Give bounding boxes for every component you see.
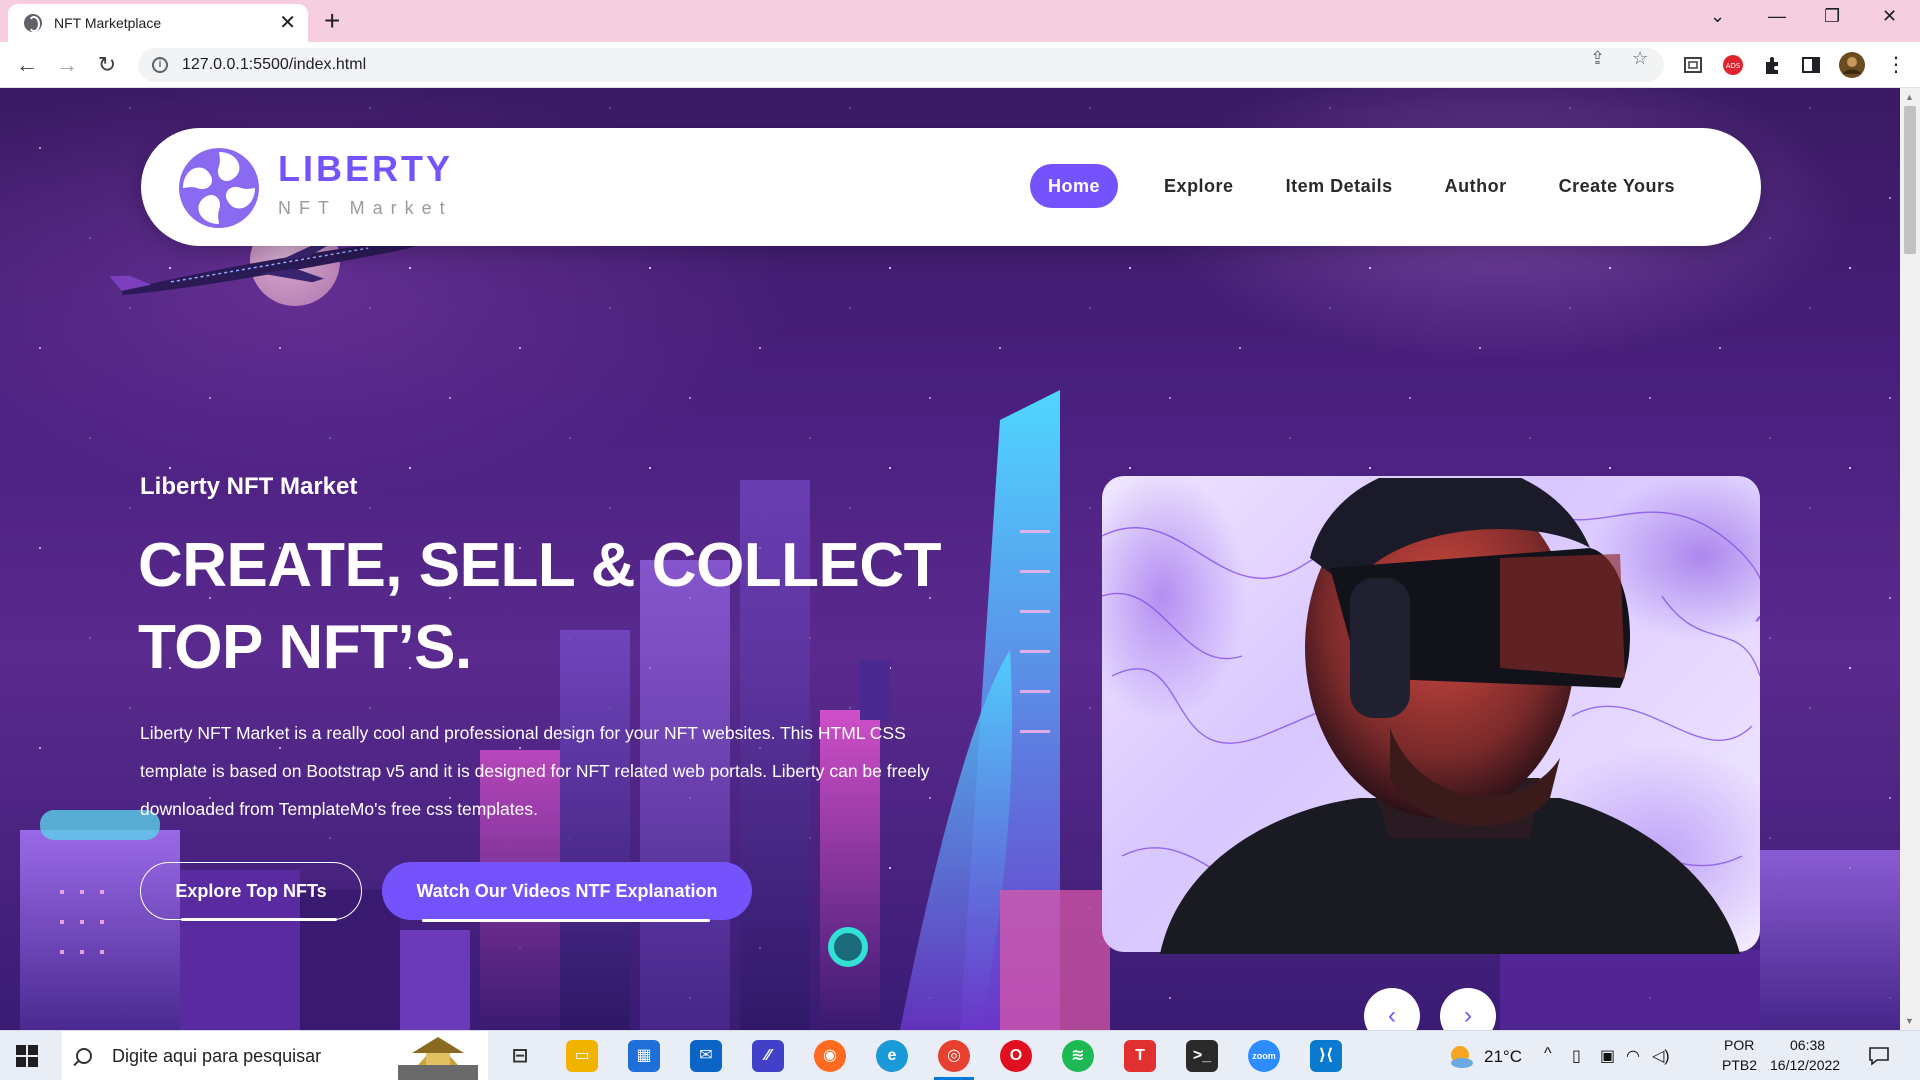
tray-display-icon[interactable]: ▣: [1600, 1046, 1615, 1066]
adblock-extension-icon[interactable]: ADS: [1722, 54, 1744, 76]
hero-headline-line-1: CREATE, SELL & COLLECT: [138, 531, 942, 600]
spotify-icon[interactable]: ≋: [1062, 1040, 1094, 1072]
windows-start-icon[interactable]: [16, 1045, 38, 1067]
bookmark-star-icon[interactable]: ☆: [1632, 48, 1648, 69]
url-text: 127.0.0.1:5500/index.html: [182, 56, 367, 73]
scroll-up-arrow-icon[interactable]: ▲: [1905, 92, 1914, 102]
page-scrollbar[interactable]: ▲ ▼: [1900, 88, 1920, 1030]
watch-videos-button[interactable]: Watch Our Videos NTF Explanation: [382, 862, 752, 922]
tab-search-icon[interactable]: ⌄: [1710, 6, 1725, 27]
edge-icon[interactable]: e: [876, 1040, 908, 1072]
search-placeholder: Digite aqui para pesquisar: [112, 1045, 322, 1066]
file-explorer-icon[interactable]: ▭: [566, 1040, 598, 1072]
language-line-2[interactable]: PTB2: [1722, 1057, 1757, 1073]
minimize-button[interactable]: —: [1768, 6, 1786, 27]
clock-date[interactable]: 16/12/2022: [1770, 1057, 1840, 1073]
tray-chevron-up-icon[interactable]: ^: [1544, 1045, 1552, 1063]
taskbar-search-box[interactable]: Digite aqui para pesquisar: [62, 1031, 488, 1080]
search-highlight-temple-icon: [398, 1037, 478, 1080]
mail-icon[interactable]: ✉: [690, 1040, 722, 1072]
search-icon: [76, 1048, 92, 1064]
explore-top-nfts-button[interactable]: Explore Top NFTs: [140, 862, 362, 921]
back-arrow-icon[interactable]: ←: [12, 50, 42, 80]
task-view-icon[interactable]: ⊟: [504, 1040, 536, 1072]
nav-create-yours[interactable]: Create Yours: [1533, 164, 1701, 208]
nav-home[interactable]: Home: [1030, 164, 1119, 208]
terminal-icon[interactable]: >_: [1186, 1040, 1218, 1072]
site-info-icon[interactable]: i: [152, 57, 168, 73]
nav-item-details[interactable]: Item Details: [1260, 164, 1419, 208]
windows-taskbar: Digite aqui para pesquisar ⊟ ▭ ▦ ✉ ∕∕ ◉ …: [0, 1030, 1920, 1080]
hero-section: LIBERTY NFT Market Home Explore Item Det…: [0, 88, 1900, 1030]
hero-headline-line-2: TOP NFT’S.: [138, 613, 472, 682]
profile-avatar[interactable]: [1838, 51, 1866, 79]
tray-volume-icon[interactable]: ◁): [1652, 1046, 1670, 1066]
zoom-icon[interactable]: zoom: [1248, 1040, 1280, 1072]
close-window-button[interactable]: ✕: [1882, 6, 1897, 27]
maximize-button[interactable]: ❐: [1824, 6, 1840, 27]
browser-menu-icon[interactable]: ⋮: [1886, 52, 1906, 77]
share-icon[interactable]: ⇪: [1590, 48, 1605, 69]
browser-tab[interactable]: NFT Marketplace ✕: [8, 4, 308, 42]
visual-studio-icon[interactable]: ∕∕: [752, 1040, 784, 1072]
screen-capture-icon[interactable]: [1682, 54, 1704, 76]
forward-arrow-icon[interactable]: →: [52, 50, 82, 80]
new-tab-button[interactable]: +: [324, 6, 340, 36]
hero-description: Liberty NFT Market is a really cool and …: [140, 723, 930, 819]
tray-network-icon[interactable]: ◠: [1626, 1046, 1640, 1066]
logo-subtitle: NFT Market: [278, 198, 453, 218]
t-app-icon[interactable]: T: [1124, 1040, 1156, 1072]
clock-time[interactable]: 06:38: [1790, 1037, 1825, 1053]
vr-headset-man-image: [1160, 478, 1740, 954]
vscode-icon[interactable]: ⟩⟨: [1310, 1040, 1342, 1072]
tab-title: NFT Marketplace: [54, 15, 162, 31]
microsoft-store-icon[interactable]: ▦: [628, 1040, 660, 1072]
chrome-icon[interactable]: ◎: [938, 1040, 970, 1072]
globe-icon: [24, 14, 42, 32]
browser-tabbar: NFT Marketplace ✕ + ⌄ — ❐ ✕: [0, 0, 1920, 42]
nav-author[interactable]: Author: [1419, 164, 1533, 208]
browser-toolbar: ← → ↻ i 127.0.0.1:5500/index.html ⇪ ☆: [0, 42, 1920, 88]
hero-headline: CREATE, SELL & COLLECT TOP NFT’S.: [138, 525, 958, 689]
reload-icon[interactable]: ↻: [92, 50, 122, 80]
address-bar[interactable]: i 127.0.0.1:5500/index.html: [138, 48, 1664, 82]
tab-close-icon[interactable]: ✕: [279, 13, 296, 33]
logo-title: LIBERTY: [278, 148, 454, 189]
hero-eyebrow: Liberty NFT Market: [140, 473, 358, 500]
extensions-puzzle-icon[interactable]: [1762, 54, 1784, 76]
scrollbar-thumb[interactable]: [1904, 106, 1916, 254]
firefox-icon[interactable]: ◉: [814, 1040, 846, 1072]
weather-temperature[interactable]: 21°C: [1484, 1047, 1522, 1067]
svg-text:ADS: ADS: [1726, 62, 1741, 70]
nav-explore[interactable]: Explore: [1138, 164, 1260, 208]
side-panel-icon[interactable]: [1800, 54, 1822, 76]
site-header: LIBERTY NFT Market Home Explore Item Det…: [141, 128, 1761, 246]
liberty-logo-icon[interactable]: [177, 146, 261, 230]
notification-center-icon[interactable]: [1868, 1045, 1890, 1067]
weather-sun-icon[interactable]: [1446, 1043, 1474, 1069]
opera-icon[interactable]: O: [1000, 1040, 1032, 1072]
tray-device-icon[interactable]: ▯: [1572, 1046, 1581, 1066]
language-line-1[interactable]: POR: [1724, 1037, 1754, 1053]
main-menu: Home Explore Item Details Author Create …: [1030, 164, 1701, 208]
scroll-down-arrow-icon[interactable]: ▼: [1905, 1016, 1914, 1026]
